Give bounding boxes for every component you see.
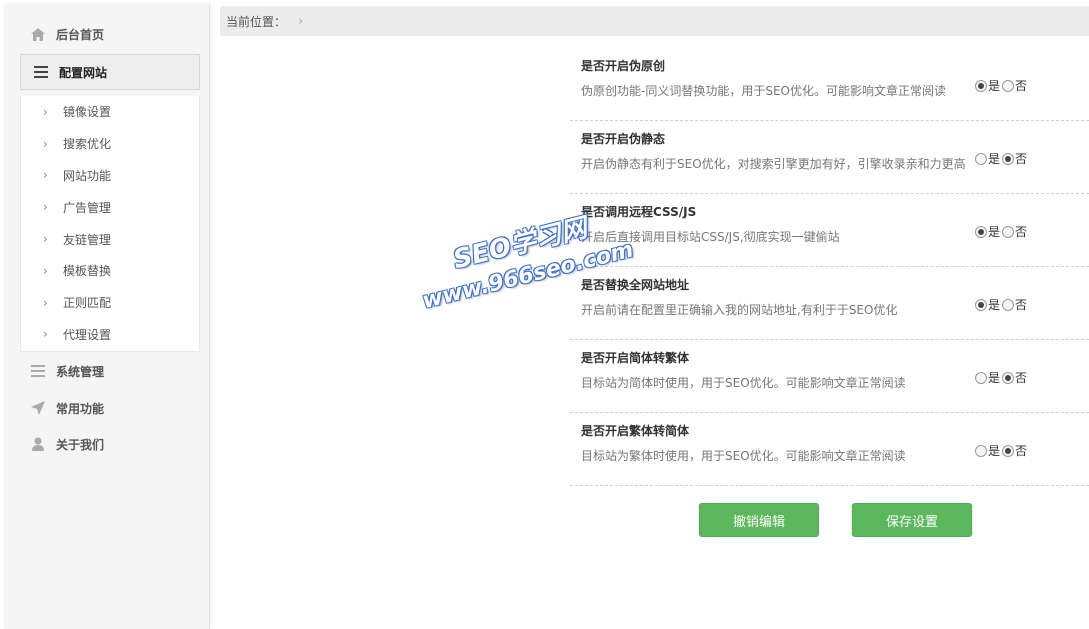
submenu-item-label: 搜索优化 [63, 137, 112, 152]
radio-no[interactable] [1002, 152, 1015, 165]
submenu-item[interactable]: › 搜索优化 [21, 128, 199, 160]
setting-title: 是否开启伪原创 [581, 59, 666, 73]
breadcrumb: 当前位置： › [220, 6, 1089, 36]
nav-system[interactable]: 系统管理 [18, 353, 200, 389]
menu-icon [33, 64, 49, 80]
submenu-item[interactable]: › 友链管理 [21, 223, 199, 255]
submenu-item-label: 模板替换 [63, 264, 112, 279]
radio-yes-label: 是 [988, 444, 1001, 458]
radio-no[interactable] [1002, 371, 1015, 384]
user-icon [30, 436, 46, 452]
radio-no[interactable] [1002, 79, 1015, 92]
setting-title: 是否开启简体转繁体 [581, 351, 690, 365]
submenu-item-label: 广告管理 [63, 200, 112, 215]
radio-group: 是 否 [975, 77, 1029, 94]
setting-desc: 开启伪静态有利于SEO优化，对搜索引擎更加有好，引擎收录亲和力更高 [581, 157, 966, 171]
setting-title: 是否替换全网站地址 [581, 278, 690, 292]
setting-row: 是否开启伪静态 开启伪静态有利于SEO优化，对搜索引擎更加有好，引擎收录亲和力更… [570, 121, 1089, 194]
radio-group: 是 否 [975, 150, 1029, 167]
submenu-item[interactable]: › 网站功能 [21, 160, 199, 192]
menu-icon [30, 363, 46, 379]
chevron-right-icon: › [43, 168, 48, 183]
submenu-item-label: 镜像设置 [63, 105, 112, 120]
radio-no-label: 否 [1015, 225, 1028, 239]
chevron-right-icon: › [43, 136, 48, 151]
radio-no[interactable] [1002, 444, 1015, 457]
nav-about[interactable]: 关于我们 [18, 426, 200, 462]
radio-yes[interactable] [975, 152, 987, 165]
send-icon [30, 400, 46, 416]
radio-group: 是 否 [975, 296, 1029, 313]
cancel-edit-button[interactable]: 撤销编辑 [699, 503, 819, 537]
radio-yes[interactable] [975, 444, 987, 457]
submenu-item[interactable]: › 模板替换 [21, 255, 199, 287]
radio-no-label: 否 [1015, 444, 1028, 458]
setting-row: 是否开启繁体转简体 目标站为繁体时使用，用于SEO优化。可能影响文章正常阅读 是… [570, 413, 1089, 486]
radio-yes-label: 是 [988, 371, 1001, 385]
submenu-item-label: 正则匹配 [63, 296, 112, 311]
radio-yes-label: 是 [988, 79, 1001, 93]
radio-no-label: 否 [1015, 298, 1028, 312]
radio-yes-label: 是 [988, 225, 1001, 239]
chevron-right-icon: › [43, 200, 48, 215]
nav-about-label: 关于我们 [56, 437, 105, 452]
setting-desc: 开启前请在配置里正确输入我的网站地址,有利于于SEO优化 [581, 303, 898, 317]
chevron-right-icon: › [43, 232, 48, 247]
setting-title: 是否开启繁体转简体 [581, 424, 690, 438]
submenu-item[interactable]: › 代理设置 [21, 319, 199, 351]
nav-common-label: 常用功能 [56, 401, 105, 416]
chevron-right-icon: › [43, 295, 48, 310]
submenu-item-label: 友链管理 [63, 232, 112, 247]
setting-title: 是否调用远程CSS/JS [581, 205, 697, 219]
nav-system-label: 系统管理 [56, 364, 105, 379]
radio-no-label: 否 [1015, 152, 1028, 166]
setting-row: 是否调用远程CSS/JS 开启后直接调用目标站CSS/JS,彻底实现一键偷站 是… [570, 194, 1089, 267]
submenu-item[interactable]: › 广告管理 [21, 191, 199, 223]
radio-no[interactable] [1002, 298, 1015, 311]
settings-list: 是否开启伪原创 伪原创功能-同义词替换功能，用于SEO优化。可能影响文章正常阅读… [570, 48, 1089, 486]
nav-home[interactable]: 后台首页 [18, 16, 200, 52]
radio-group: 是 否 [975, 442, 1029, 459]
submenu-item[interactable]: › 正则匹配 [21, 287, 199, 319]
radio-yes[interactable] [975, 298, 987, 311]
chevron-right-icon: › [298, 13, 304, 29]
radio-group: 是 否 [975, 223, 1029, 240]
setting-desc: 目标站为繁体时使用，用于SEO优化。可能影响文章正常阅读 [581, 449, 906, 463]
config-submenu: › 镜像设置 › 搜索优化 › 网站功能 › 广告管理 › 友链管理 › 模板替换 › 正则匹… [20, 96, 200, 352]
setting-row: 是否替换全网站地址 开启前请在配置里正确输入我的网站地址,有利于于SEO优化 是… [570, 267, 1089, 340]
chevron-right-icon: › [43, 263, 48, 278]
radio-group: 是 否 [975, 369, 1029, 386]
nav-config-label: 配置网站 [59, 65, 108, 80]
chevron-right-icon: › [43, 104, 48, 119]
nav-config-site[interactable]: 配置网站 [20, 54, 200, 90]
setting-title: 是否开启伪静态 [581, 132, 666, 146]
setting-row: 是否开启伪原创 伪原创功能-同义词替换功能，用于SEO优化。可能影响文章正常阅读… [570, 48, 1089, 121]
radio-yes[interactable] [975, 79, 987, 92]
sidebar: 后台首页 配置网站 › 镜像设置 › 搜索优化 › 网站功能 › 广告管理 › 友链管理 … [4, 4, 210, 629]
setting-desc: 开启后直接调用目标站CSS/JS,彻底实现一键偷站 [581, 230, 840, 244]
home-icon [30, 26, 46, 42]
radio-no[interactable] [1002, 225, 1015, 238]
setting-desc: 目标站为简体时使用，用于SEO优化。可能影响文章正常阅读 [581, 376, 906, 390]
setting-row: 是否开启简体转繁体 目标站为简体时使用，用于SEO优化。可能影响文章正常阅读 是… [570, 340, 1089, 413]
nav-common[interactable]: 常用功能 [18, 390, 200, 426]
radio-yes[interactable] [975, 371, 987, 384]
submenu-item[interactable]: › 镜像设置 [21, 96, 199, 128]
submenu-item-label: 代理设置 [63, 327, 112, 342]
breadcrumb-label: 当前位置： [226, 14, 287, 29]
setting-desc: 伪原创功能-同义词替换功能，用于SEO优化。可能影响文章正常阅读 [581, 84, 946, 98]
submenu-item-label: 网站功能 [63, 168, 112, 183]
radio-no-label: 否 [1015, 371, 1028, 385]
chevron-right-icon: › [43, 327, 48, 342]
nav-home-label: 后台首页 [56, 27, 105, 42]
radio-yes-label: 是 [988, 152, 1001, 166]
radio-yes[interactable] [975, 225, 987, 238]
radio-no-label: 否 [1015, 79, 1028, 93]
radio-yes-label: 是 [988, 298, 1001, 312]
save-settings-button[interactable]: 保存设置 [852, 503, 972, 537]
